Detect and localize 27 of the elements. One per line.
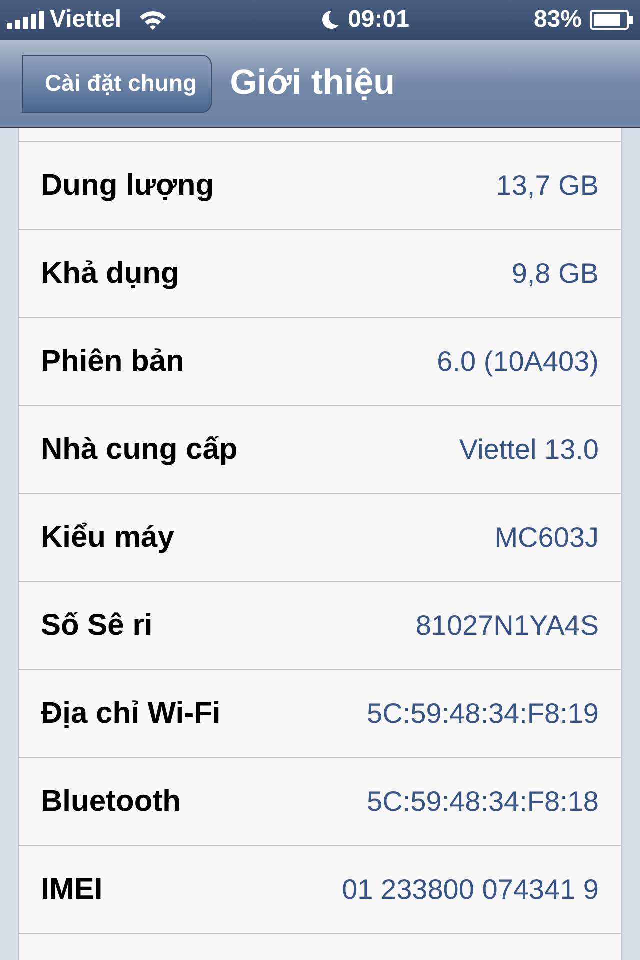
row-value: 9,8 GB	[512, 256, 599, 290]
battery-icon	[590, 9, 634, 31]
wifi-icon	[138, 9, 168, 31]
row-label: Số Sê ri	[41, 608, 153, 644]
row-value: 6.0 (10A403)	[437, 344, 599, 379]
row-label: Nhà cung cấp	[41, 432, 238, 468]
back-button[interactable]: Cài đặt chung	[22, 54, 212, 112]
row-label: Dung lượng	[41, 168, 214, 204]
row-label: Khả dụng	[41, 256, 180, 292]
row-value: 81027N1YA4S	[416, 608, 599, 642]
row-value: 5C:59:48:34:F8:18	[367, 784, 599, 818]
row-value: 01 233800 074341 9	[342, 872, 599, 906]
row-value: Viettel 13.0	[459, 432, 599, 466]
row-label: Kiểu máy	[41, 520, 174, 556]
screen-title: Giới thiệu	[230, 62, 395, 104]
row-label: Địa chỉ Wi-Fi	[41, 696, 221, 732]
row-label: IMEI	[41, 872, 103, 908]
row-label: Bluetooth	[41, 784, 181, 820]
row-value: 13,7 GB	[496, 168, 599, 202]
row-value: 5C:59:48:34:F8:19	[367, 696, 599, 730]
row-value: MC603J	[494, 520, 599, 554]
clock-time: 09:01	[348, 5, 410, 35]
carrier-name: Viettel	[50, 5, 122, 35]
signal-icon	[6, 10, 46, 30]
moon-icon	[322, 10, 340, 30]
battery-percent: 83%	[534, 5, 582, 35]
row-label: Phiên bản	[41, 344, 184, 380]
